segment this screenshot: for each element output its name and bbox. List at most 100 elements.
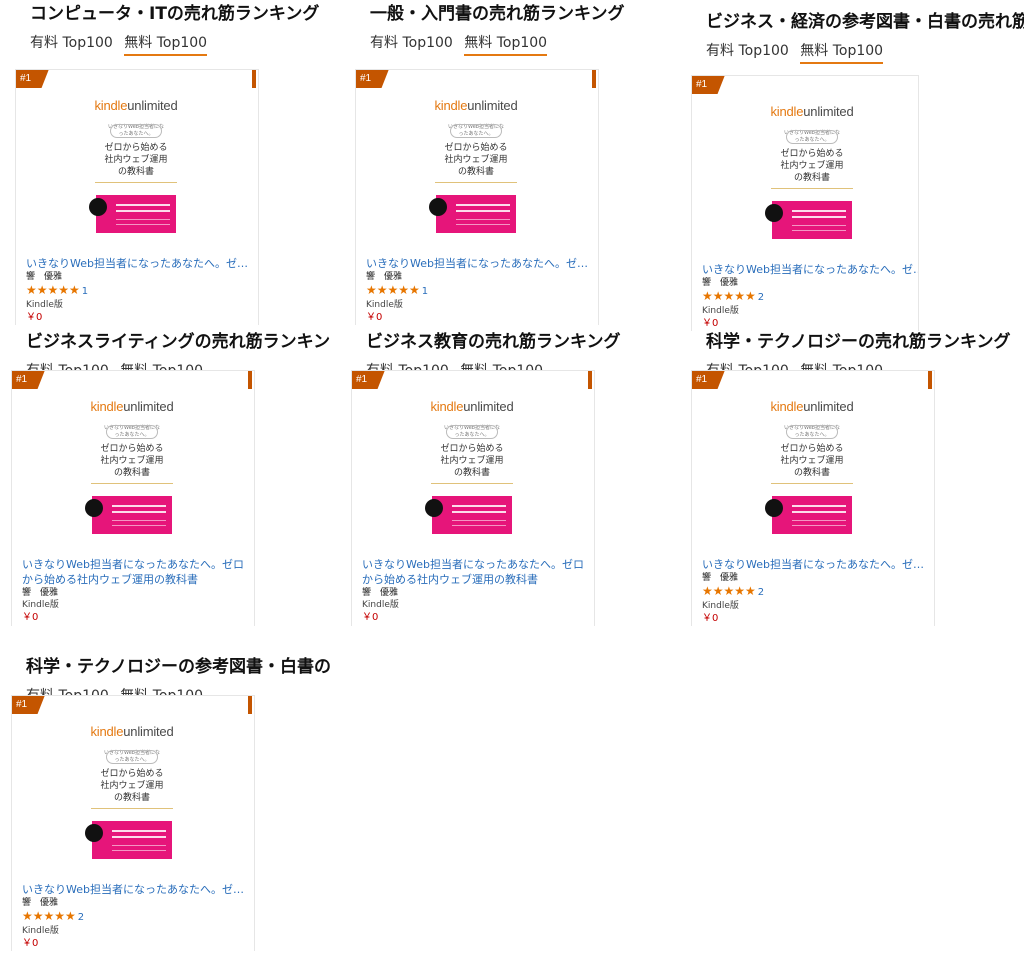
cover-dot-icon <box>765 499 783 517</box>
book-author: 響 優雅 <box>26 272 63 282</box>
tab-free-top100[interactable]: 無料 Top100 <box>464 34 548 56</box>
section-title: ビジネスライティングの売れ筋ランキン <box>26 332 331 352</box>
kindle-unlimited-logo: kindleunlimited <box>434 98 518 113</box>
tab-free-top100[interactable]: 無料 Top100 <box>124 34 208 56</box>
book-title-link[interactable]: いきなりWeb担当者になったあなたへ。ゼロ… <box>702 557 926 572</box>
book-author: 響 優雅 <box>362 588 399 598</box>
book-cover[interactable]: kindleunlimited いきなりWeb担当者になったあなたへ。 ゼロから… <box>76 98 196 256</box>
book-card[interactable]: #1 kindleunlimited いきなりWeb担当者になったあなたへ。 ゼ… <box>351 370 595 626</box>
book-card[interactable]: #1 kindleunlimited いきなりWeb担当者になったあなたへ。 ゼ… <box>691 75 919 331</box>
tab-paid-top100[interactable]: 有料 Top100 <box>706 42 789 62</box>
cover-pink-panel <box>765 201 852 239</box>
book-price: ￥0 <box>26 312 43 323</box>
book-card[interactable]: #1 kindleunlimited いきなりWeb担当者になったあなたへ。 ゼ… <box>15 69 259 325</box>
book-rating[interactable]: ★★★★★ 2 <box>22 909 246 925</box>
tab-free-top100[interactable]: 無料 Top100 <box>800 42 884 64</box>
rating-count[interactable]: 1 <box>422 286 428 297</box>
book-format: Kindle版 <box>702 306 739 316</box>
next-card-peek <box>252 70 256 88</box>
book-format: Kindle版 <box>362 600 399 610</box>
cover-pink-panel <box>89 195 176 233</box>
rank-badge: #1 <box>692 371 725 389</box>
book-cover[interactable]: kindleunlimited いきなりWeb担当者になったあなたへ。 ゼロから… <box>752 104 872 262</box>
rank-badge: #1 <box>356 70 389 88</box>
kindle-unlimited-logo: kindleunlimited <box>94 98 178 113</box>
rank-badge: #1 <box>16 70 49 88</box>
book-title-link[interactable]: いきなりWeb担当者になったあなたへ。ゼロ… <box>26 256 250 271</box>
book-rating[interactable]: ★★★★★ 1 <box>366 283 590 299</box>
book-cover[interactable]: kindleunlimited いきなりWeb担当者になったあなたへ。 ゼロから… <box>416 98 536 256</box>
star-rating-icon: ★★★★★ <box>366 283 420 297</box>
cover-ribbon: いきなりWeb担当者になったあなたへ。 <box>104 750 160 764</box>
tab-paid-top100[interactable]: 有料 Top100 <box>370 34 453 54</box>
cover-divider <box>431 483 513 484</box>
star-rating-icon: ★★★★★ <box>702 584 756 598</box>
star-rating-icon: ★★★★★ <box>26 283 80 297</box>
book-author: 響 優雅 <box>22 898 59 908</box>
book-price: ￥0 <box>366 312 383 323</box>
cover-pink-panel <box>765 496 852 534</box>
book-title-link[interactable]: いきなりWeb担当者になったあなたへ。ゼロから始める社内ウェブ運用の教科書 <box>362 557 586 587</box>
next-card-peek <box>248 371 252 389</box>
book-title-link[interactable]: いきなりWeb担当者になったあなたへ。ゼロから始める社内ウェブ運用の教科書 <box>22 557 246 587</box>
cover-title: ゼロから始める 社内ウェブ運用 の教科書 <box>440 444 504 478</box>
next-card-peek <box>592 70 596 88</box>
rating-count[interactable]: 2 <box>78 912 84 923</box>
cover-ribbon: いきなりWeb担当者になったあなたへ。 <box>444 425 500 439</box>
cover-ribbon: いきなりWeb担当者になったあなたへ。 <box>448 124 504 138</box>
cover-pink-panel <box>85 821 172 859</box>
book-title-link[interactable]: いきなりWeb担当者になったあなたへ。ゼロ… <box>366 256 590 271</box>
book-price: ￥0 <box>702 613 719 624</box>
book-rating[interactable]: ★★★★★ 1 <box>26 283 250 299</box>
cover-divider <box>91 483 173 484</box>
book-rating[interactable]: ★★★★★ 2 <box>702 584 926 600</box>
book-cover[interactable]: kindleunlimited いきなりWeb担当者になったあなたへ。 ゼロから… <box>72 724 192 882</box>
ranking-tabs: 有料 Top100 無料 Top100 <box>30 34 214 56</box>
cover-ribbon: いきなりWeb担当者になったあなたへ。 <box>784 425 840 439</box>
ranking-tabs: 有料 Top100 無料 Top100 <box>370 34 554 56</box>
cover-pink-panel <box>85 496 172 534</box>
cover-ribbon: いきなりWeb担当者になったあなたへ。 <box>784 130 840 144</box>
cover-pink-panel <box>425 496 512 534</box>
book-card[interactable]: #1 kindleunlimited いきなりWeb担当者になったあなたへ。 ゼ… <box>691 370 935 626</box>
book-price: ￥0 <box>22 938 39 949</box>
book-author: 響 優雅 <box>366 272 403 282</box>
book-rating[interactable]: ★★★★★ 2 <box>702 289 918 305</box>
book-card[interactable]: #1 kindleunlimited いきなりWeb担当者になったあなたへ。 ゼ… <box>11 370 255 626</box>
book-title-link[interactable]: いきなりWeb担当者になったあなたへ。ゼロ… <box>702 262 918 277</box>
book-card[interactable]: #1 kindleunlimited いきなりWeb担当者になったあなたへ。 ゼ… <box>11 695 255 951</box>
rank-badge: #1 <box>12 696 45 714</box>
book-title-link[interactable]: いきなりWeb担当者になったあなたへ。ゼロ… <box>22 882 246 897</box>
kindle-unlimited-logo: kindleunlimited <box>770 399 854 414</box>
cover-dot-icon <box>85 499 103 517</box>
cover-title: ゼロから始める 社内ウェブ運用 の教科書 <box>780 444 844 478</box>
cover-dot-icon <box>89 198 107 216</box>
rank-badge: #1 <box>352 371 385 389</box>
rating-count[interactable]: 2 <box>758 587 764 598</box>
next-card-peek <box>588 371 592 389</box>
section-title: 科学・テクノロジーの参考図書・白書の <box>26 657 331 677</box>
book-cover[interactable]: kindleunlimited いきなりWeb担当者になったあなたへ。 ゼロから… <box>72 399 192 557</box>
cover-dot-icon <box>429 198 447 216</box>
book-cover[interactable]: kindleunlimited いきなりWeb担当者になったあなたへ。 ゼロから… <box>752 399 872 557</box>
rating-count[interactable]: 1 <box>82 286 88 297</box>
book-format: Kindle版 <box>366 300 403 310</box>
cover-dot-icon <box>85 824 103 842</box>
tab-paid-top100[interactable]: 有料 Top100 <box>30 34 113 54</box>
star-rating-icon: ★★★★★ <box>22 909 76 923</box>
rating-count[interactable]: 2 <box>758 292 764 303</box>
book-author: 響 優雅 <box>702 573 739 583</box>
book-price: ￥0 <box>362 612 379 623</box>
rank-badge: #1 <box>692 76 725 94</box>
cover-dot-icon <box>425 499 443 517</box>
section-title: コンピュータ・ITの売れ筋ランキング <box>30 4 320 24</box>
book-format: Kindle版 <box>22 926 59 936</box>
section-title: ビジネス教育の売れ筋ランキング <box>366 332 621 352</box>
book-cover[interactable]: kindleunlimited いきなりWeb担当者になったあなたへ。 ゼロから… <box>412 399 532 557</box>
cover-divider <box>771 188 853 189</box>
book-card[interactable]: #1 kindleunlimited いきなりWeb担当者になったあなたへ。 ゼ… <box>355 69 599 325</box>
next-card-peek <box>248 696 252 714</box>
cover-ribbon: いきなりWeb担当者になったあなたへ。 <box>104 425 160 439</box>
cover-divider <box>771 483 853 484</box>
rank-badge: #1 <box>12 371 45 389</box>
